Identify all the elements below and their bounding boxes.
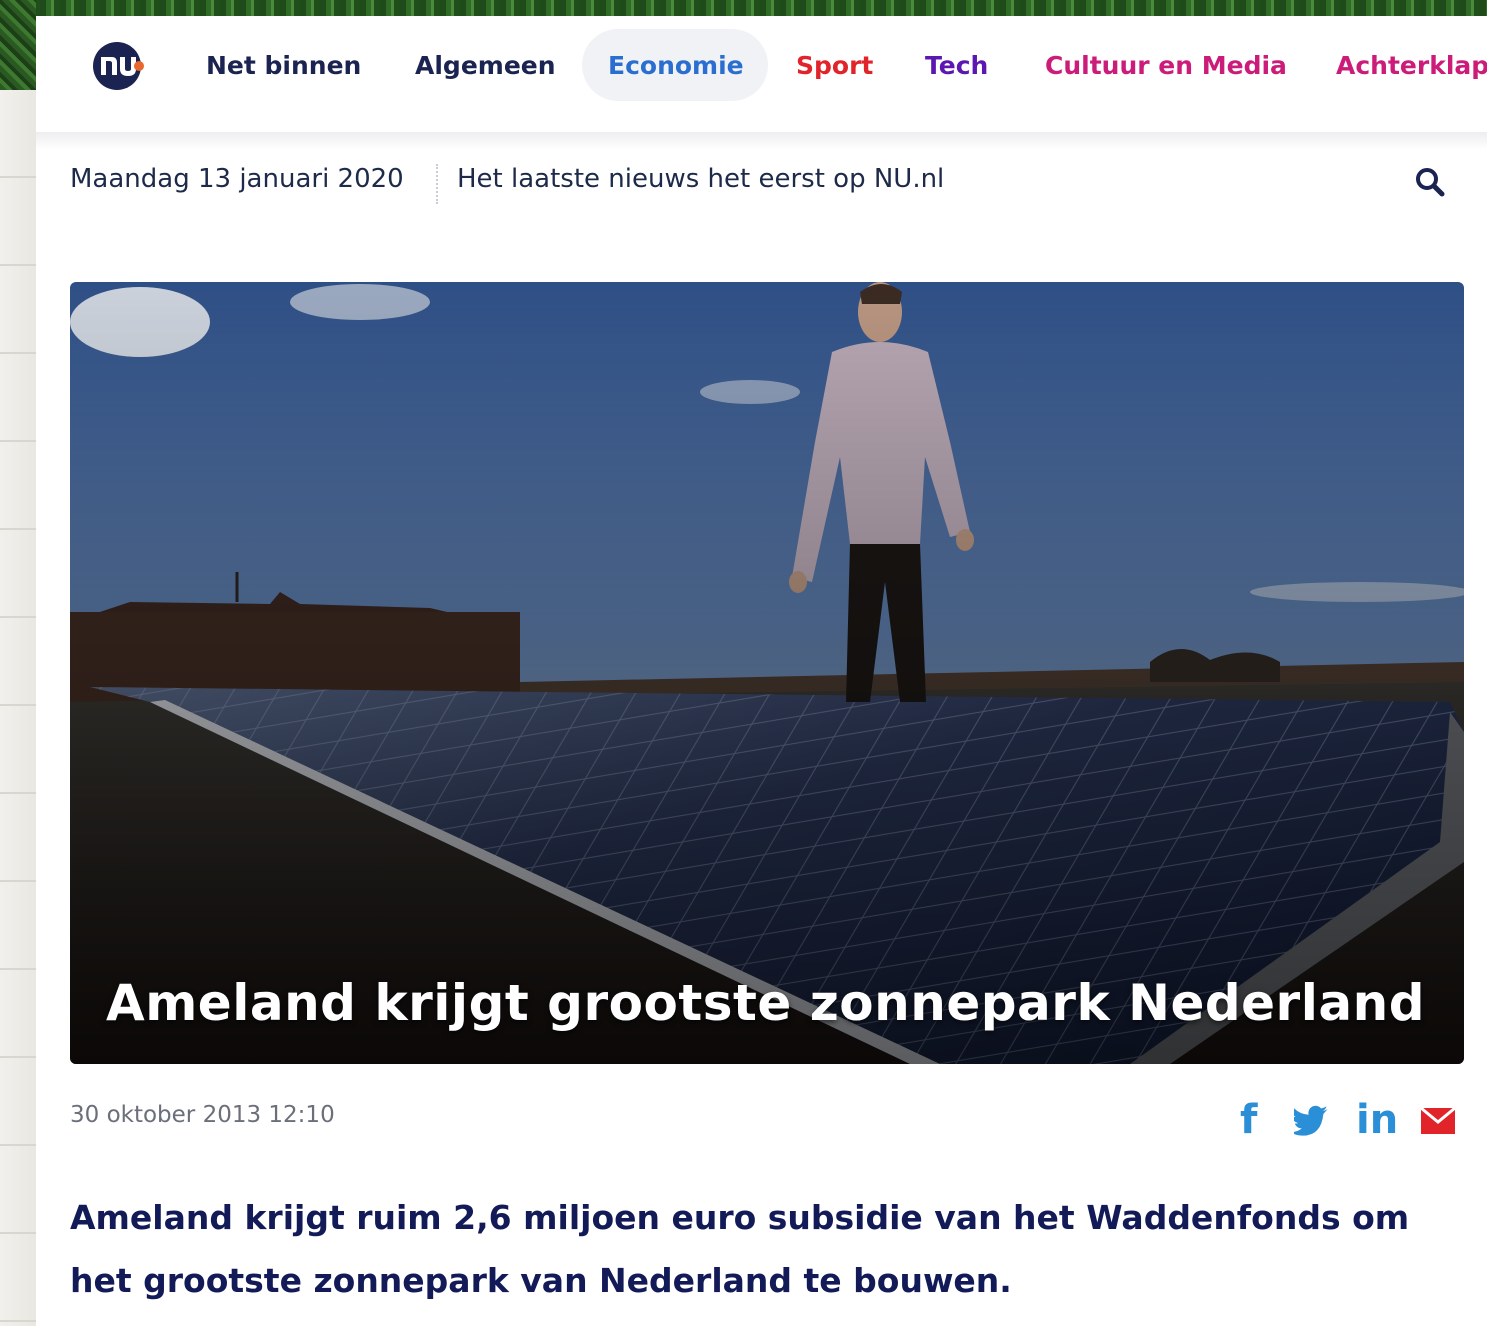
nav-label: Achterklap — [1336, 51, 1487, 80]
article-lead: Ameland krijgt ruim 2,6 miljoen euro sub… — [70, 1198, 1410, 1300]
divider — [436, 164, 438, 204]
article-title: Ameland krijgt grootste zonnepark Nederl… — [106, 974, 1425, 1032]
nav-item-achterklap[interactable]: Achterklap — [1336, 46, 1487, 86]
nav-label: Algemeen — [415, 51, 556, 80]
nav-item-sport[interactable]: Sport — [796, 46, 873, 86]
nav-label: Economie — [608, 51, 744, 80]
article-timestamp: 30 oktober 2013 12:10 — [70, 1102, 335, 1128]
hero-image[interactable]: Ameland krijgt grootste zonnepark Nederl… — [70, 282, 1464, 1064]
background-panel — [0, 90, 36, 1326]
nav-label: Net binnen — [206, 51, 362, 80]
nav-shadow — [36, 132, 1487, 150]
linkedin-icon[interactable]: in — [1356, 1096, 1398, 1144]
nav-item-cultuur-en-media[interactable]: Cultuur en Media — [1045, 46, 1287, 86]
background-grass-corner — [0, 0, 36, 90]
nu-logo[interactable] — [92, 41, 146, 91]
main-navigation: Net binnen Algemeen Economie Sport Tech … — [36, 16, 1487, 133]
nav-item-tech[interactable]: Tech — [925, 46, 988, 86]
search-icon[interactable] — [1412, 164, 1448, 200]
nav-item-algemeen[interactable]: Algemeen — [415, 46, 556, 86]
background-grass — [0, 0, 1487, 16]
facebook-icon[interactable]: f — [1240, 1096, 1270, 1144]
nu-page: Net binnen Algemeen Economie Sport Tech … — [36, 16, 1487, 1326]
site-tagline: Het laatste nieuws het eerst op NU.nl — [457, 164, 945, 194]
nav-item-net-binnen[interactable]: Net binnen — [206, 46, 361, 86]
email-icon[interactable] — [1420, 1096, 1456, 1144]
nav-item-economie[interactable]: Economie — [608, 46, 744, 86]
nav-label: Cultuur en Media — [1045, 51, 1287, 80]
nav-label: Tech — [925, 51, 989, 80]
current-date: Maandag 13 januari 2020 — [70, 164, 404, 194]
twitter-icon[interactable] — [1290, 1096, 1332, 1144]
nav-label: Sport — [796, 51, 874, 80]
